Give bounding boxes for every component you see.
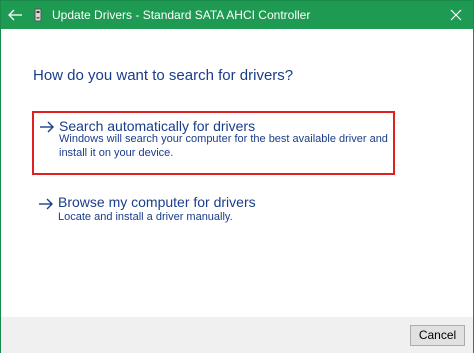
driver-device-icon [31,8,45,22]
option-description: Windows will search your computer for th… [59,133,388,159]
close-icon [439,9,473,21]
cancel-button[interactable]: Cancel [410,325,465,346]
title-bar: Update Drivers - Standard SATA AHCI Cont… [1,1,473,29]
right-arrow-icon [38,197,54,210]
window-title: Update Drivers - Standard SATA AHCI Cont… [52,8,311,22]
dialog-footer: Cancel [1,317,473,353]
option-description: Locate and install a driver manually. [58,211,233,223]
update-drivers-dialog: Update Drivers - Standard SATA AHCI Cont… [0,0,474,353]
back-button[interactable] [3,3,27,27]
back-arrow-icon [3,3,27,27]
browse-computer-option[interactable]: Browse my computer for drivers Locate an… [33,193,393,233]
search-automatically-option[interactable]: Search automatically for drivers Windows… [32,111,395,175]
right-arrow-icon [39,120,55,133]
page-heading: How do you want to search for drivers? [33,67,294,84]
option-title: Browse my computer for drivers [58,194,256,210]
close-button[interactable] [439,1,473,29]
